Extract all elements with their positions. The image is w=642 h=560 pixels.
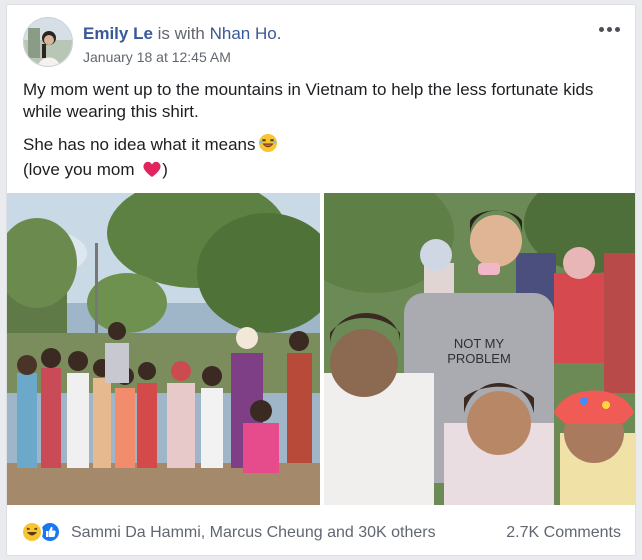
haha-reaction-icon [21, 521, 43, 543]
post-photos: NOT MY PROBLEM [7, 193, 635, 505]
author-line: Emily Le is with Nhan Ho. [83, 23, 281, 45]
tagged-person-link[interactable]: Nhan Ho. [210, 24, 282, 43]
post-line: (love you mom [23, 160, 135, 179]
comments-count[interactable]: 2.7K Comments [506, 524, 621, 542]
author-name-link[interactable]: Emily Le [83, 24, 153, 43]
shirt-text-line2: PROBLEM [447, 351, 511, 366]
post-line-end: ) [162, 160, 168, 179]
post-paragraph: (love you mom ) [23, 159, 623, 184]
red-heart-emoji-icon [142, 160, 162, 184]
post-footer: Sammi Da Hammi, Marcus Cheung and 30K ot… [7, 515, 635, 551]
reaction-icons[interactable] [21, 521, 65, 545]
laughing-emoji-icon [258, 133, 278, 159]
post-text: My mom went up to the mountains in Vietn… [23, 79, 623, 184]
post-line: She has no idea what it means [23, 135, 256, 154]
with-text: is with [152, 24, 210, 43]
post-paragraph: My mom went up to the mountains in Vietn… [23, 80, 594, 121]
post-card: Emily Le is with Nhan Ho. January 18 at … [6, 4, 636, 556]
more-options-icon[interactable] [595, 19, 623, 39]
photo-mom-shirt[interactable]: NOT MY PROBLEM [324, 193, 635, 505]
reactors-text[interactable]: Sammi Da Hammi, Marcus Cheung and 30K ot… [71, 524, 436, 542]
author-avatar[interactable] [23, 17, 73, 67]
photo-group-kids[interactable] [7, 193, 320, 505]
post-paragraph: She has no idea what it means [23, 133, 623, 159]
shirt-text-line1: NOT MY [454, 336, 505, 351]
post-timestamp[interactable]: January 18 at 12:45 AM [83, 49, 231, 65]
